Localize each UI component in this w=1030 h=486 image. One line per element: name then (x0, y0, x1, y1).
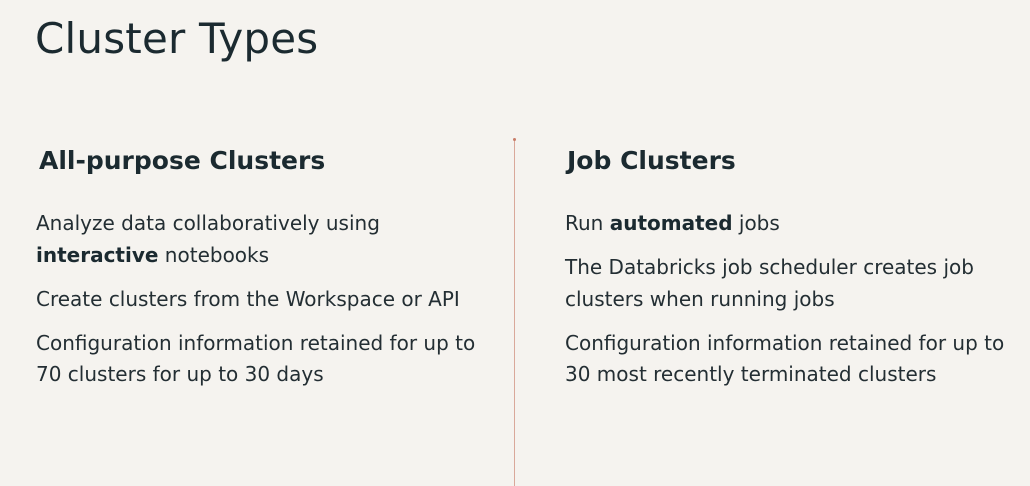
list-item: The Databricks job scheduler creates job… (565, 255, 974, 311)
list-item: Run automated jobs (565, 211, 780, 235)
list-item: Configuration information retained for u… (565, 330, 1005, 387)
column-heading: All-purpose Clusters (39, 146, 326, 175)
list-item: Analyze data collaboratively using inter… (36, 211, 380, 267)
list-item: Configuration information retained for u… (36, 330, 476, 387)
slide: Cluster Types All-purpose Clusters Analy… (0, 0, 1030, 486)
page-title: Cluster Types (35, 14, 319, 63)
bullet-list: Analyze data collaboratively using inter… (36, 208, 496, 391)
all-purpose-clusters-column: All-purpose Clusters Analyze data collab… (36, 140, 496, 403)
column-divider (513, 138, 516, 486)
bullet-list: Run automated jobs The Databricks job sc… (565, 208, 1015, 391)
list-item: Create clusters from the Workspace or AP… (36, 286, 460, 311)
column-heading: Job Clusters (567, 146, 736, 175)
job-clusters-column: Job Clusters Run automated jobs The Data… (565, 140, 1015, 403)
